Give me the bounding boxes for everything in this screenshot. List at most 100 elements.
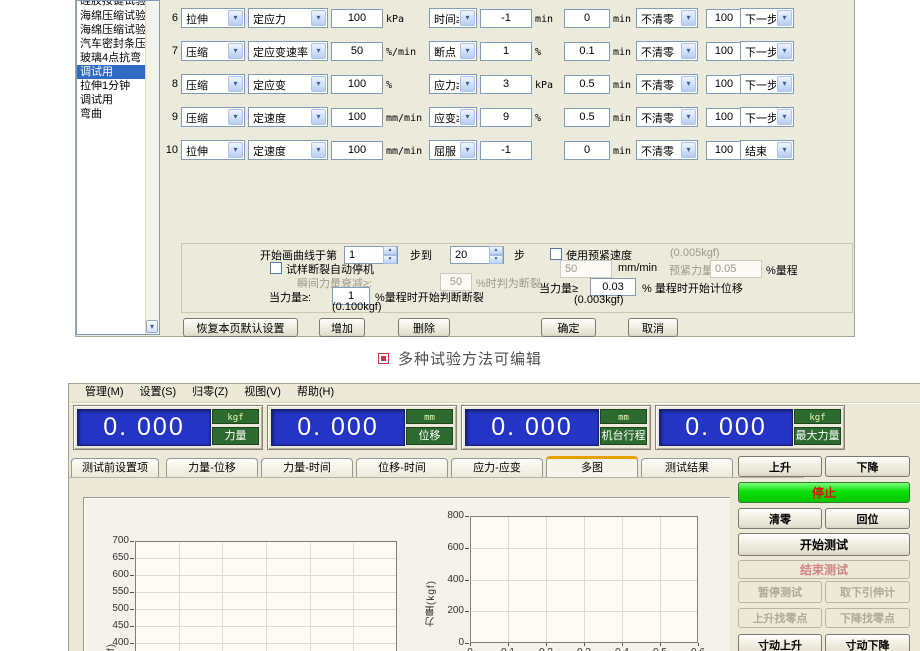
value-input[interactable] <box>331 42 383 61</box>
range-percent-input[interactable] <box>706 75 742 94</box>
range-percent-input[interactable] <box>706 108 742 127</box>
control-button-寸动下降[interactable]: 寸动下降 <box>825 634 910 651</box>
range-percent-input[interactable] <box>706 141 742 160</box>
condition-unit-label: % <box>535 45 561 58</box>
tick-mark <box>584 643 585 646</box>
range-percent-input[interactable] <box>706 42 742 61</box>
y-tick-label: 200 <box>435 605 464 616</box>
next-action-dropdown[interactable]: 下一步▾ <box>740 107 794 127</box>
direction-dropdown[interactable]: 拉伸▾ <box>181 140 245 160</box>
curve-to-spinner[interactable]: ▲▼ <box>450 245 504 263</box>
mode-dropdown[interactable]: 定速度▾ <box>248 107 328 127</box>
menu-item[interactable]: 设置(S) <box>140 384 177 401</box>
condition-value-input[interactable] <box>480 108 532 127</box>
listbox-scrollbar[interactable]: ▾ <box>145 1 159 334</box>
condition-dropdown[interactable]: 屈服▾ <box>429 140 477 160</box>
condition-dropdown[interactable]: 时间≥▾ <box>429 8 477 28</box>
tab-测试前设置项[interactable]: 测试前设置项 <box>71 458 159 477</box>
value-unit-label: %/min <box>386 45 426 58</box>
direction-dropdown[interactable]: 压缩▾ <box>181 74 245 94</box>
value-input[interactable] <box>331 108 383 127</box>
menu-item[interactable]: 归零(Z) <box>192 384 228 401</box>
mode-dropdown[interactable]: 定应变▾ <box>248 74 328 94</box>
pretension-force-input[interactable] <box>710 260 762 278</box>
cancel-button[interactable]: 取消 <box>628 318 678 337</box>
control-button-上升[interactable]: 上升 <box>738 456 822 477</box>
hold-time-input[interactable] <box>564 9 610 28</box>
mode-dropdown[interactable]: 定应力▾ <box>248 8 328 28</box>
menu-item[interactable]: 管理(M) <box>85 384 124 401</box>
tab-应力-应变[interactable]: 应力-应变 <box>451 458 543 477</box>
hold-time-input[interactable] <box>564 141 610 160</box>
tab-力量-位移[interactable]: 力量-位移 <box>166 458 258 477</box>
hold-time-input[interactable] <box>564 42 610 61</box>
tab-测试结果[interactable]: 测试结果 <box>641 458 733 477</box>
hold-unit-label: min <box>613 12 633 25</box>
mode-dropdown[interactable]: 定速度▾ <box>248 140 328 160</box>
control-button-停止[interactable]: 停止 <box>738 482 910 503</box>
direction-dropdown[interactable]: 压缩▾ <box>181 107 245 127</box>
spinner-up-icon[interactable]: ▲ <box>489 246 503 255</box>
condition-value-input[interactable] <box>480 9 532 28</box>
clear-mode-dropdown[interactable]: 不清零▾ <box>636 140 698 160</box>
control-button-回位[interactable]: 回位 <box>825 508 910 529</box>
scroll-down-button[interactable]: ▾ <box>146 320 158 333</box>
hold-time-input[interactable] <box>564 108 610 127</box>
spinner-arrows[interactable]: ▲▼ <box>489 246 503 262</box>
readout-panel: 0. 000mm位移 <box>267 405 457 450</box>
value-input[interactable] <box>331 75 383 94</box>
direction-dropdown[interactable]: 压缩▾ <box>181 41 245 61</box>
control-button-清零[interactable]: 清零 <box>738 508 822 529</box>
value-input[interactable] <box>331 9 383 28</box>
menu-item[interactable]: 视图(V) <box>244 384 281 401</box>
pretension-checkbox[interactable] <box>550 248 562 260</box>
chevron-down-icon: ▾ <box>681 76 696 92</box>
spinner-up-icon[interactable]: ▲ <box>383 246 397 255</box>
add-button[interactable]: 增加 <box>319 318 365 337</box>
next-action-dropdown[interactable]: 下一步▾ <box>740 74 794 94</box>
menu-item[interactable]: 帮助(H) <box>297 384 334 401</box>
ok-button[interactable]: 确定 <box>541 318 596 337</box>
spinner-arrows[interactable]: ▲▼ <box>383 246 397 262</box>
break-force-suffix: %量程时开始判断断裂 <box>375 289 484 305</box>
control-button-寸动上升[interactable]: 寸动上升 <box>738 634 822 651</box>
condition-value-input[interactable] <box>480 141 532 160</box>
readout-badges: mm机台行程 <box>600 409 647 445</box>
tab-力量-时间[interactable]: 力量-时间 <box>261 458 353 477</box>
method-listbox[interactable]: 硅胶按键试验海绵压缩试验1海绵压缩试验2汽车密封条压缩玻璃4点抗弯调试用拉伸1分… <box>76 0 160 335</box>
hold-unit-label: min <box>613 144 633 157</box>
condition-value-input[interactable] <box>480 75 532 94</box>
spinner-down-icon[interactable]: ▼ <box>383 255 397 264</box>
chevron-down-icon: ▾ <box>777 10 792 26</box>
gridline <box>622 517 623 642</box>
clear-mode-dropdown[interactable]: 不清零▾ <box>636 41 698 61</box>
value-input[interactable] <box>331 141 383 160</box>
tab-多图[interactable]: 多图 <box>546 456 638 477</box>
control-button-下降[interactable]: 下降 <box>825 456 910 477</box>
y-axis-label: 力量(kgf) <box>104 598 119 651</box>
readout-panel: 0. 000kgf最大力量 <box>655 405 845 450</box>
restore-defaults-button[interactable]: 恢复本页默认设置 <box>183 318 298 337</box>
control-button-开始测试[interactable]: 开始测试 <box>738 533 910 556</box>
clear-mode-dropdown[interactable]: 不清零▾ <box>636 107 698 127</box>
pretension-speed-input[interactable] <box>560 260 612 278</box>
condition-dropdown[interactable]: 应力≥▾ <box>429 74 477 94</box>
delete-button[interactable]: 删除 <box>398 318 450 337</box>
condition-value-input[interactable] <box>480 42 532 61</box>
direction-dropdown[interactable]: 拉伸▾ <box>181 8 245 28</box>
break-autostop-checkbox[interactable] <box>270 262 282 274</box>
condition-dropdown[interactable]: 应变≥▾ <box>429 107 477 127</box>
clear-mode-dropdown[interactable]: 不清零▾ <box>636 8 698 28</box>
mode-dropdown[interactable]: 定应变速率▾ <box>248 41 328 61</box>
hold-time-input[interactable] <box>564 75 610 94</box>
spinner-down-icon[interactable]: ▼ <box>489 255 503 264</box>
condition-dropdown[interactable]: 断点▾ <box>429 41 477 61</box>
range-percent-input[interactable] <box>706 9 742 28</box>
next-action-dropdown[interactable]: 下一步▾ <box>740 8 794 28</box>
next-action-dropdown[interactable]: 下一步▾ <box>740 41 794 61</box>
mode-dropdown-value: 定应变速率 <box>253 44 310 60</box>
chevron-down-icon: ▾ <box>228 43 243 59</box>
next-action-dropdown[interactable]: 结束▾ <box>740 140 794 160</box>
tab-位移-时间[interactable]: 位移-时间 <box>356 458 448 477</box>
clear-mode-dropdown[interactable]: 不清零▾ <box>636 74 698 94</box>
